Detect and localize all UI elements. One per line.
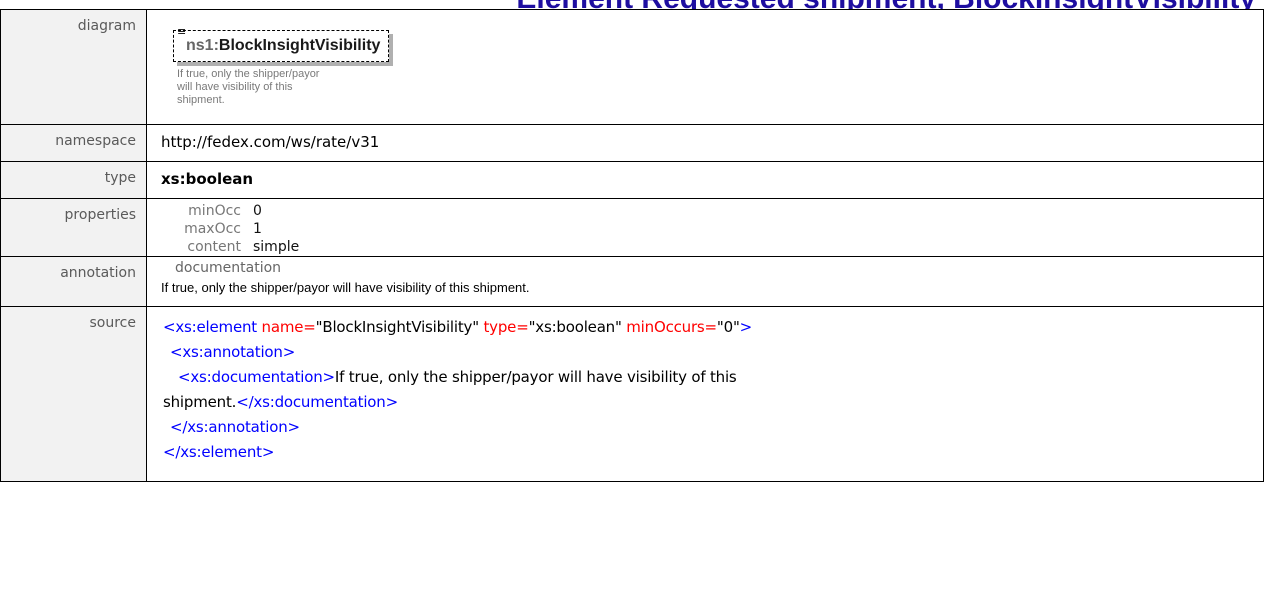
source-line-5: </xs:annotation>	[163, 415, 1263, 440]
page-heading: Element Requested shipment, BlockInsight…	[516, 0, 1256, 9]
xml-attr: name=	[256, 318, 316, 336]
annotation-cell: documentation If true, only the shipper/…	[146, 256, 1264, 307]
row-annotation: annotation documentation If true, only t…	[0, 256, 1264, 307]
properties-label: properties	[0, 198, 147, 257]
property-value: simple	[253, 239, 300, 255]
source-line-6: </xs:element>	[163, 440, 1263, 465]
xml-value: "BlockInsightVisibility"	[315, 318, 479, 336]
page-heading-fragment: Element Requested shipment, BlockInsight…	[0, 0, 1264, 9]
xml-attr: minOccurs=	[621, 318, 717, 336]
xml-value: "xs:boolean"	[528, 318, 622, 336]
xml-tag: <xs:annotation>	[170, 343, 296, 361]
source-line-3: <xs:documentation>If true, only the ship…	[163, 365, 1263, 390]
namespace-value: http://fedex.com/ws/rate/v31	[146, 124, 1264, 162]
type-label: type	[0, 161, 147, 199]
xml-tag: </xs:documentation>	[236, 393, 398, 411]
diagram-cell: ≡ ns1:BlockInsightVisibility If true, on…	[146, 9, 1264, 125]
diagram-label: diagram	[0, 9, 147, 125]
properties-list: minOcc 0 maxOcc 1 content simple	[161, 202, 1263, 256]
xml-tag: </xs:element>	[163, 443, 275, 461]
property-row: content simple	[161, 238, 1263, 256]
element-doc-table: diagram ≡ ns1:BlockInsightVisibility If …	[0, 9, 1264, 482]
property-row: maxOcc 1	[161, 220, 1263, 238]
annotation-heading: documentation	[175, 260, 282, 276]
type-value[interactable]: xs:boolean	[146, 161, 1264, 199]
xml-text: If true, only the shipper/payor will hav…	[334, 368, 737, 386]
row-properties: properties minOcc 0 maxOcc 1 content simple	[0, 198, 1264, 257]
element-node-name: ns1:BlockInsightVisibility	[186, 37, 380, 54]
row-diagram: diagram ≡ ns1:BlockInsightVisibility If …	[0, 9, 1264, 125]
property-key: maxOcc	[184, 221, 241, 237]
xml-tag: </xs:annotation>	[170, 418, 300, 436]
property-value: 1	[253, 221, 262, 237]
xml-value: "0"	[716, 318, 740, 336]
xml-tag: >	[739, 318, 753, 336]
element-node-note: If true, only the shipper/payor will hav…	[177, 68, 320, 106]
property-value: 0	[253, 203, 262, 219]
property-key: minOcc	[188, 203, 241, 219]
xml-tag: <xs:documentation>	[178, 368, 335, 386]
element-node[interactable]: ≡ ns1:BlockInsightVisibility	[173, 26, 390, 62]
row-type: type xs:boolean	[0, 161, 1264, 199]
source-line-2: <xs:annotation>	[163, 340, 1263, 365]
annotation-label: annotation	[0, 256, 147, 307]
node-prefix: ns1:	[186, 37, 219, 54]
namespace-label: namespace	[0, 124, 147, 162]
xml-tag: <xs:element	[163, 318, 257, 336]
source-label: source	[0, 306, 147, 482]
xml-attr: type=	[478, 318, 529, 336]
sequence-icon: ≡	[177, 25, 187, 38]
node-name: BlockInsightVisibility	[218, 37, 381, 54]
property-key: content	[187, 239, 241, 255]
source-line-1: <xs:element name="BlockInsightVisibility…	[163, 315, 1263, 340]
annotation-text: If true, only the shipper/payor will hav…	[161, 280, 530, 295]
source-code: <xs:element name="BlockInsightVisibility…	[146, 306, 1264, 482]
properties-cell: minOcc 0 maxOcc 1 content simple	[146, 198, 1264, 257]
row-source: source <xs:element name="BlockInsightVis…	[0, 306, 1264, 482]
row-namespace: namespace http://fedex.com/ws/rate/v31	[0, 124, 1264, 162]
xml-text: shipment.	[163, 393, 237, 411]
property-row: minOcc 0	[161, 202, 1263, 220]
source-line-4: shipment.</xs:documentation>	[163, 390, 1263, 415]
